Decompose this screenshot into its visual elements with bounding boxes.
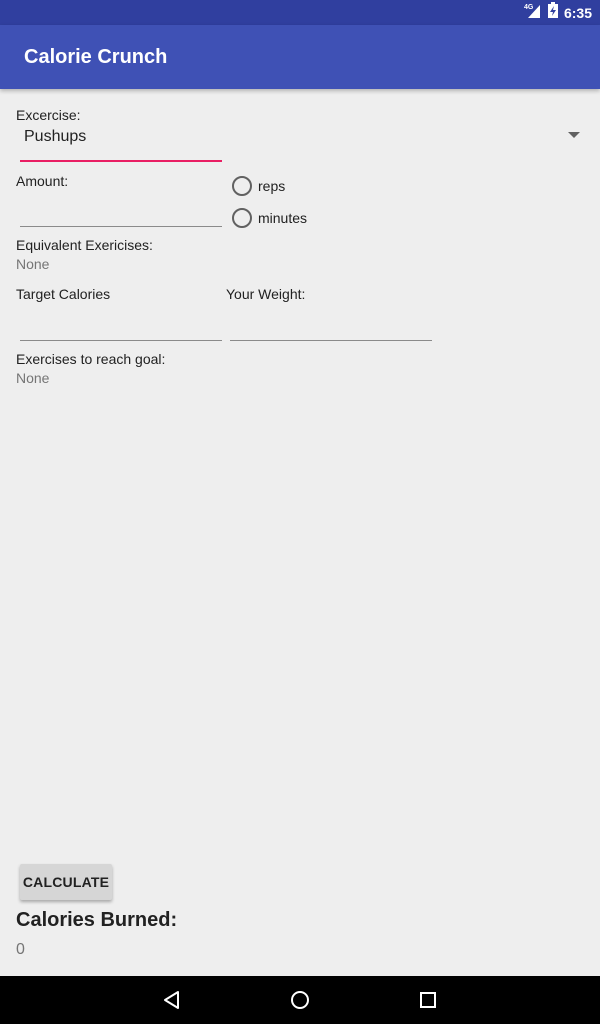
status-time: 6:35 <box>563 4 592 21</box>
radio-reps[interactable]: reps <box>232 176 285 196</box>
amount-input[interactable] <box>20 197 222 227</box>
radio-minutes-label[interactable]: minutes <box>258 210 307 226</box>
app-toolbar: Calorie Crunch <box>0 25 600 89</box>
calories-burned-title: Calories Burned: <box>16 909 178 931</box>
radio-minutes[interactable]: minutes <box>232 208 307 228</box>
radio-reps-label[interactable]: reps <box>258 178 285 194</box>
target-calories-input[interactable] <box>20 311 222 341</box>
goal-value: None <box>16 370 50 386</box>
radio-minutes-circle-icon[interactable] <box>232 208 252 228</box>
goal-label: Exercises to reach goal: <box>16 351 166 367</box>
calories-burned-value: 0 <box>16 941 25 958</box>
back-icon[interactable] <box>160 988 184 1012</box>
recents-icon[interactable] <box>416 988 440 1012</box>
status-icons: 4G 6:35 <box>524 0 592 25</box>
weight-label: Your Weight: <box>226 286 306 302</box>
exercise-spinner[interactable] <box>16 119 592 163</box>
exercise-spinner-underline <box>20 160 222 162</box>
exercise-spinner-value[interactable]: Pushups <box>24 128 86 146</box>
equivalent-label: Equivalent Exericises: <box>16 237 153 253</box>
svg-text:4G: 4G <box>524 4 534 11</box>
equivalent-value: None <box>16 256 50 272</box>
battery-icon <box>547 2 558 23</box>
app-title: Calorie Crunch <box>24 46 168 68</box>
dropdown-arrow-icon[interactable] <box>568 132 580 138</box>
main-content: Excercise: Pushups Amount: reps minutes … <box>0 89 600 976</box>
navigation-bar <box>0 976 600 1024</box>
radio-reps-circle-icon[interactable] <box>232 176 252 196</box>
status-bar: 4G 6:35 <box>0 0 600 25</box>
target-calories-label: Target Calories <box>16 286 111 302</box>
calculate-button[interactable]: CALCULATE <box>20 864 112 900</box>
home-icon[interactable] <box>288 988 312 1012</box>
amount-label: Amount: <box>16 173 69 189</box>
weight-input[interactable] <box>230 311 432 341</box>
signal-icon: 4G <box>524 2 542 23</box>
